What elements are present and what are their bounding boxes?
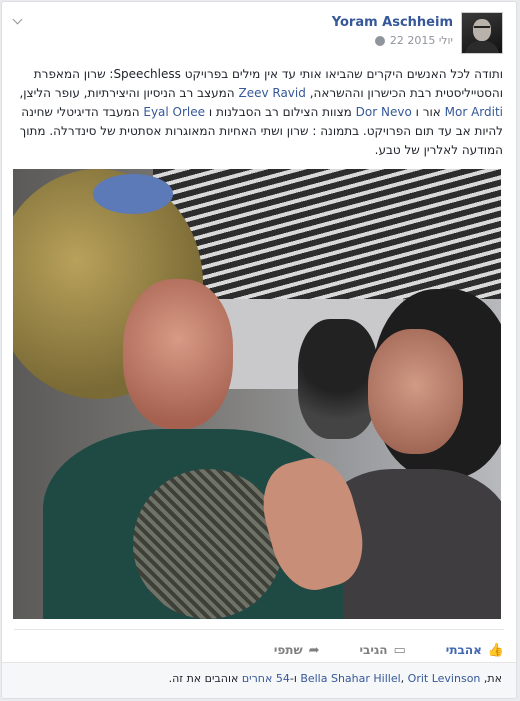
photo-woman-face <box>368 329 463 454</box>
comment-icon: ▭ <box>393 642 406 658</box>
photo-man <box>298 319 378 439</box>
post-text-part: מצוות הצילום רב הסבלנות ו <box>208 105 352 119</box>
share-button[interactable]: ➦ שתפי <box>274 633 320 658</box>
avatar[interactable] <box>461 12 503 54</box>
photo-face <box>123 279 233 429</box>
avatar-shoulders <box>465 41 499 53</box>
likes-prefix: את, <box>483 672 502 685</box>
chevron-down-icon[interactable] <box>12 14 23 25</box>
photo-hat <box>93 174 173 214</box>
post-meta: Yoram Aschheim 22 יולי 2015 <box>332 12 453 47</box>
post-date[interactable]: 22 יולי 2015 <box>390 34 453 47</box>
avatar-glasses <box>474 26 490 32</box>
likes-summary: את, Bella Shahar Hillel, Orit Levinson ו… <box>2 662 516 698</box>
like-label: אהבתי <box>445 643 482 657</box>
author-name[interactable]: Yoram Aschheim <box>332 15 453 30</box>
likes-and: ו- <box>289 672 297 685</box>
like-button[interactable]: 👍 אהבתי <box>446 633 504 658</box>
post-header: Yoram Aschheim 22 יולי 2015 <box>332 12 503 56</box>
comment-label: הגיבי <box>359 643 388 657</box>
likes-sep: , <box>400 672 405 685</box>
action-bar: 👍 אהבתי ▭ הגיבי ➦ שתפי <box>14 629 504 660</box>
liker-link[interactable]: Orit Levinson <box>408 672 481 685</box>
photo-sleeve <box>133 469 283 619</box>
others-count[interactable]: 54 <box>276 672 290 685</box>
share-icon: ➦ <box>308 642 320 658</box>
others-link[interactable]: אחרים <box>242 672 273 685</box>
photo-ceiling <box>153 169 501 299</box>
share-label: שתפי <box>273 643 303 657</box>
post-date-row: 22 יולי 2015 <box>332 34 453 47</box>
tag-link[interactable]: Zeev Ravid <box>238 86 305 100</box>
post-text-part: אור ו <box>415 105 441 119</box>
post-card: Yoram Aschheim 22 יולי 2015 ותודה לכל הא… <box>1 1 517 699</box>
globe-icon <box>374 35 385 46</box>
likes-suffix: אוהבים את זה. <box>168 672 239 685</box>
post-text: ותודה לכל האנשים היקרים שהביאו אותי עד א… <box>14 65 503 160</box>
comment-button[interactable]: ▭ הגיבי <box>359 633 405 658</box>
liker-link[interactable]: Bella Shahar Hillel <box>300 672 400 685</box>
post-photo[interactable] <box>13 169 501 619</box>
post-text-part: המעצב רב הניסיון והיצירתיות, עופר הליצן, <box>19 86 235 100</box>
tag-link[interactable]: Dor Nevo <box>356 105 412 119</box>
tag-link[interactable]: Mor Arditi <box>445 105 503 119</box>
tag-link[interactable]: Eyal Orlee <box>143 105 205 119</box>
thumbs-up-icon: 👍 <box>487 642 504 658</box>
